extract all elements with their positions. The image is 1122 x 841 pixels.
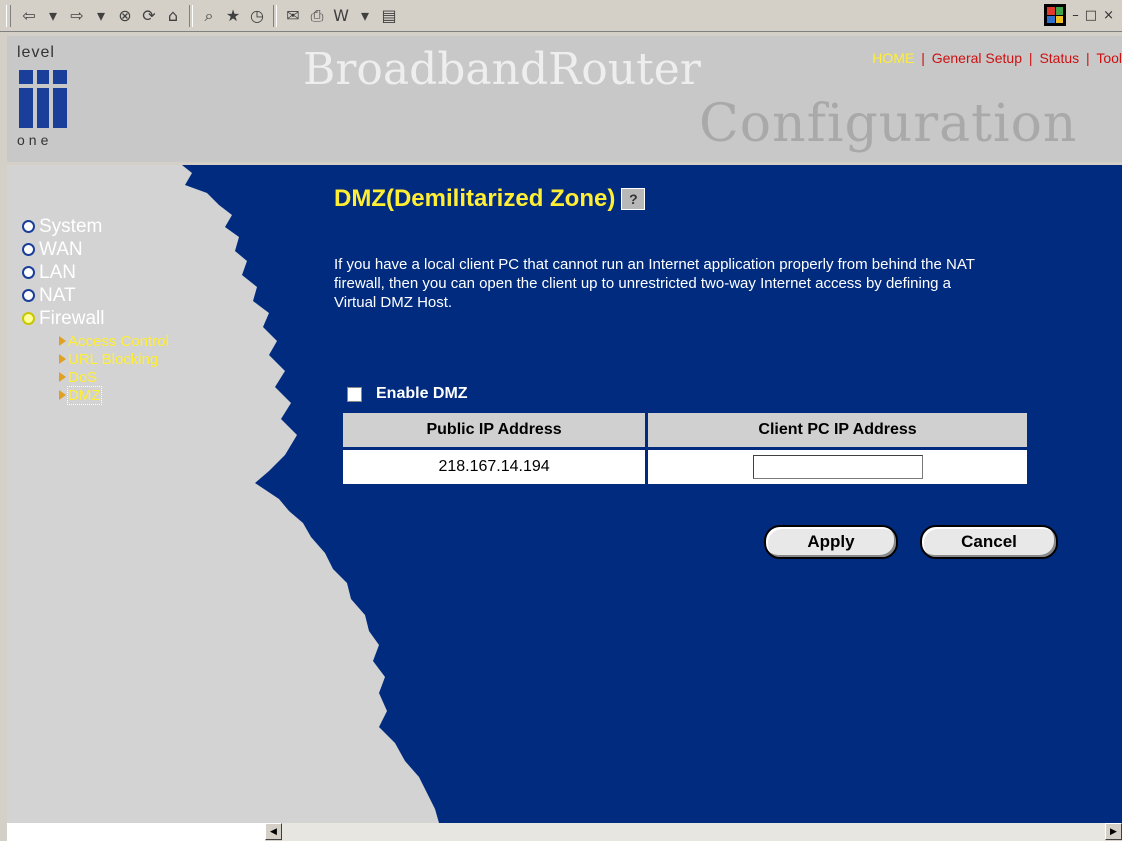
history-icon[interactable]: ◷: [246, 4, 268, 28]
radio-selected-icon: [22, 312, 35, 325]
submenu-label: DMZ: [67, 385, 102, 405]
close-icon[interactable]: ×: [1103, 8, 1114, 23]
top-navigation: HOME | General Setup | Status | Tool: [872, 50, 1122, 66]
scrollbar-left-area: [7, 823, 265, 841]
page-header: level one Configuration BroadbandRouter …: [7, 36, 1122, 162]
header-client-ip: Client PC IP Address: [648, 413, 1027, 447]
logo-level-text: level: [17, 44, 55, 61]
nav-status-link[interactable]: Status: [1039, 50, 1079, 66]
radio-icon: [22, 243, 35, 256]
windows-logo-icon: [1044, 4, 1067, 26]
title-broadbandrouter: BroadbandRouter: [303, 44, 701, 95]
submenu-item-dmz[interactable]: DMZ: [59, 385, 169, 405]
toolbar-grip[interactable]: [6, 4, 11, 27]
sidebar-item-system[interactable]: System: [22, 215, 169, 238]
cancel-button[interactable]: Cancel: [920, 525, 1058, 559]
browser-toolbar: ⇦ ▾ ⇨ ▾ ⊗ ⟳ ⌂ ⌕ ★ ◷ ✉ ⎙ W ▾ ▤ – □ ×: [0, 0, 1122, 32]
radio-icon: [22, 266, 35, 279]
page-title: DMZ(Demilitarized Zone) ?: [334, 185, 646, 213]
triangle-bullet-icon: [59, 336, 66, 346]
page-description: If you have a local client PC that canno…: [334, 256, 975, 311]
edit-dropdown-icon[interactable]: ▾: [354, 4, 376, 28]
toolbar-separator: [189, 4, 193, 27]
help-icon[interactable]: ?: [621, 188, 646, 210]
firewall-submenu: Access Control URL Blocking DoS DMZ: [59, 332, 169, 405]
mail-icon[interactable]: ✉: [282, 4, 304, 28]
minimize-icon[interactable]: –: [1072, 8, 1079, 23]
client-ip-input[interactable]: [752, 455, 923, 479]
table-row: 218.167.14.194: [343, 450, 1027, 484]
refresh-icon[interactable]: ⟳: [138, 4, 160, 28]
radio-icon: [22, 289, 35, 302]
forward-icon[interactable]: ⇨: [66, 4, 88, 28]
nav-separator: |: [921, 50, 925, 66]
home-icon[interactable]: ⌂: [162, 4, 184, 28]
nav-home-link[interactable]: HOME: [872, 50, 914, 66]
submenu-label: URL Blocking: [68, 350, 159, 368]
favorites-icon[interactable]: ★: [222, 4, 244, 28]
submenu-item-dos[interactable]: DoS: [59, 368, 169, 386]
enable-dmz-checkbox[interactable]: [347, 386, 362, 402]
header-public-ip: Public IP Address: [343, 413, 646, 447]
forward-dropdown-icon[interactable]: ▾: [90, 4, 112, 28]
page-title-text: DMZ(Demilitarized Zone): [334, 185, 616, 212]
discuss-icon[interactable]: ▤: [378, 4, 400, 28]
sidebar-item-label: LAN: [39, 261, 76, 283]
nav-general-setup-link[interactable]: General Setup: [932, 50, 1022, 66]
title-configuration: Configuration: [699, 94, 1078, 154]
dmz-table: Public IP Address Client PC IP Address 2…: [340, 410, 1030, 487]
submenu-label: Access Control: [68, 332, 169, 350]
public-ip-value: 218.167.14.194: [343, 450, 646, 484]
triangle-bullet-icon: [59, 354, 66, 364]
radio-icon: [22, 220, 35, 233]
scroll-right-icon[interactable]: ▶: [1105, 823, 1122, 840]
triangle-bullet-icon: [59, 372, 66, 382]
scrollbar-track[interactable]: [282, 823, 1105, 841]
back-dropdown-icon[interactable]: ▾: [42, 4, 64, 28]
submenu-label: DoS: [68, 368, 98, 386]
scroll-left-icon[interactable]: ◀: [265, 823, 282, 840]
enable-dmz-row: Enable DMZ: [347, 385, 468, 403]
logo-mark-icon: [19, 70, 67, 130]
toolbar-separator: [273, 4, 277, 27]
levelone-logo: level one: [7, 36, 93, 152]
sidebar-menu: System WAN LAN NAT Firewall Access Contr…: [22, 215, 169, 405]
apply-button[interactable]: Apply: [764, 525, 898, 559]
logo-one-text: one: [17, 132, 53, 148]
search-icon[interactable]: ⌕: [198, 4, 220, 28]
sidebar-item-label: NAT: [39, 284, 76, 306]
enable-dmz-label: Enable DMZ: [376, 385, 468, 402]
edit-icon[interactable]: W: [330, 4, 352, 28]
sidebar-item-firewall[interactable]: Firewall: [22, 307, 169, 330]
print-icon[interactable]: ⎙: [306, 4, 328, 28]
nav-separator: |: [1086, 50, 1090, 66]
triangle-bullet-icon: [59, 390, 66, 400]
sidebar-item-label: WAN: [39, 238, 83, 260]
back-icon[interactable]: ⇦: [18, 4, 40, 28]
client-ip-cell: [648, 450, 1027, 484]
main-area: System WAN LAN NAT Firewall Access Contr…: [7, 165, 1122, 823]
sidebar-item-lan[interactable]: LAN: [22, 261, 169, 284]
nav-separator: |: [1028, 50, 1033, 66]
submenu-item-url-blocking[interactable]: URL Blocking: [59, 350, 169, 368]
horizontal-scrollbar[interactable]: ◀ ▶: [7, 823, 1122, 841]
sidebar-item-label: Firewall: [39, 307, 105, 329]
sidebar-item-wan[interactable]: WAN: [22, 238, 169, 261]
nav-tool-link[interactable]: Tool: [1096, 50, 1122, 66]
stop-icon[interactable]: ⊗: [114, 4, 136, 28]
sidebar-item-label: System: [39, 215, 103, 237]
window-controls: – □ ×: [1044, 4, 1114, 26]
sidebar-item-nat[interactable]: NAT: [22, 284, 169, 307]
submenu-item-access-control[interactable]: Access Control: [59, 332, 169, 350]
restore-icon[interactable]: □: [1085, 8, 1097, 23]
